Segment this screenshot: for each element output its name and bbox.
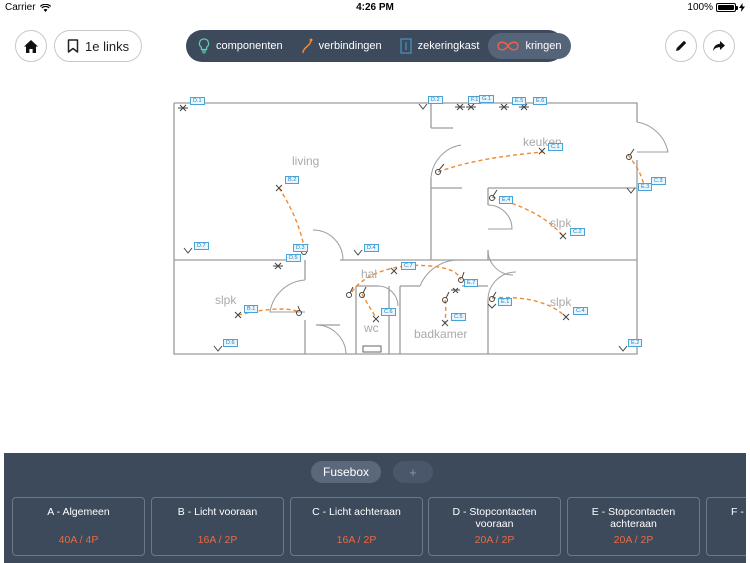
circuit-group-card[interactable]: D - Stopcontacten vooraan 20A / 2P	[428, 497, 561, 556]
home-button[interactable]	[15, 30, 47, 62]
component-tag[interactable]: D.6	[223, 339, 238, 347]
circuit-group-card[interactable]: F -	[706, 497, 746, 556]
circuit-group-name: E - Stopcontacten achteraan	[591, 506, 676, 530]
lightbulb-icon	[198, 38, 210, 54]
component-tag[interactable]: B.1	[244, 305, 259, 313]
component-tag[interactable]: E.2	[628, 339, 643, 347]
component-tag[interactable]: C.3	[651, 177, 666, 185]
circuit-group-card[interactable]: B - Licht vooraan 16A / 2P	[151, 497, 284, 556]
tab-componenten-label: componenten	[216, 40, 283, 52]
door-swings	[269, 121, 669, 355]
component-tag[interactable]: D.7	[194, 242, 209, 250]
bookmark-icon	[67, 39, 79, 53]
component-tag[interactable]: D.1	[190, 97, 205, 105]
circuit-loop-icon	[497, 41, 520, 51]
circuit-group-rating: 16A / 2P	[336, 534, 377, 546]
component-tag[interactable]: E.7	[464, 279, 479, 287]
fusebox-tab[interactable]: Fusebox	[311, 461, 382, 483]
battery-percent: 100%	[687, 2, 713, 13]
battery-icon	[716, 3, 738, 12]
circuit-group-card[interactable]: E - Stopcontacten achteraan 20A / 2P	[567, 497, 700, 556]
component-tag[interactable]: D.5	[286, 254, 301, 262]
circuit-group-rating: 20A / 2P	[474, 534, 515, 546]
component-tag[interactable]: E.4	[499, 196, 514, 204]
component-tag[interactable]: D.4	[364, 244, 379, 252]
room-slpk-1: slpk	[550, 216, 572, 230]
circuit-group-name: C - Licht achteraan	[312, 506, 401, 518]
floorplan-canvas[interactable]: living keuken slpk slpk slpk hal wc badk…	[0, 80, 750, 380]
edit-button[interactable]	[665, 30, 697, 62]
room-badkamer: badkamer	[414, 327, 467, 341]
circuit-group-name: A - Algemeen	[47, 506, 110, 518]
circuit-group-name: F -	[731, 506, 744, 518]
circuit-group-name: B - Licht vooraan	[177, 506, 258, 518]
component-tag[interactable]: D.3	[293, 244, 308, 252]
component-tag[interactable]: C.2	[570, 228, 585, 236]
component-tag[interactable]: D.2	[428, 96, 443, 104]
room-slpk-3: slpk	[550, 295, 572, 309]
component-tag[interactable]: E.5	[512, 97, 527, 105]
toilet-symbol	[362, 345, 382, 353]
component-tag[interactable]: E.3	[638, 183, 653, 191]
status-bar: Carrier 4:26 PM 100%	[0, 0, 750, 16]
component-tag[interactable]: C.1	[548, 143, 563, 151]
circuit-group-rating: 16A / 2P	[197, 534, 238, 546]
home-icon	[24, 39, 38, 53]
room-hal: hal	[361, 267, 377, 281]
tab-kringen-label: kringen	[525, 40, 562, 52]
circuit-group-card[interactable]: A - Algemeen 40A / 4P	[12, 497, 145, 556]
room-wc: wc	[363, 321, 379, 335]
component-tag[interactable]: E.6	[533, 97, 548, 105]
wire-icon	[301, 38, 313, 54]
status-time: 4:26 PM	[356, 2, 394, 13]
mode-segmented-control: componenten verbindingen zekeringkast kr…	[186, 30, 571, 62]
share-arrow-icon	[713, 41, 725, 51]
component-tag[interactable]: B.2	[285, 176, 300, 184]
tab-zekeringkast-label: zekeringkast	[417, 40, 480, 52]
circuit-group-rating: 40A / 4P	[58, 534, 99, 546]
add-fusebox-button[interactable]: +	[393, 461, 433, 483]
tab-verbindingen-label: verbindingen	[318, 40, 382, 52]
pencil-icon	[676, 40, 687, 51]
circuit-group-name: D - Stopcontacten vooraan	[452, 506, 537, 530]
component-tag[interactable]: G.1	[479, 95, 494, 103]
component-tag[interactable]: C.5	[451, 313, 466, 321]
charging-icon	[739, 3, 745, 12]
share-button[interactable]	[703, 30, 735, 62]
floor-selector-label: 1e links	[85, 38, 130, 54]
app-root: Carrier 4:26 PM 100% 1e links componente…	[0, 0, 750, 563]
room-living: living	[292, 154, 319, 168]
room-slpk-2: slpk	[215, 293, 237, 307]
floor-selector-button[interactable]: 1e links	[54, 30, 143, 62]
component-tag[interactable]: E.1	[498, 298, 513, 306]
component-tag[interactable]: C.4	[573, 307, 588, 315]
status-right: 100%	[687, 2, 745, 13]
circuit-group-rating: 20A / 2P	[613, 534, 654, 546]
fusebox-icon	[400, 38, 412, 54]
fusebox-panel: Fusebox + A - Algemeen 40A / 4P B - Lich…	[4, 453, 746, 563]
tab-componenten[interactable]: componenten	[189, 33, 292, 59]
tab-kringen[interactable]: kringen	[488, 33, 571, 59]
component-tag[interactable]: C.7	[401, 262, 416, 270]
component-tag[interactable]: C.6	[381, 308, 396, 316]
tab-verbindingen[interactable]: verbindingen	[292, 33, 391, 59]
circuit-group-card[interactable]: C - Licht achteraan 16A / 2P	[290, 497, 423, 556]
tab-zekeringkast[interactable]: zekeringkast	[391, 33, 489, 59]
